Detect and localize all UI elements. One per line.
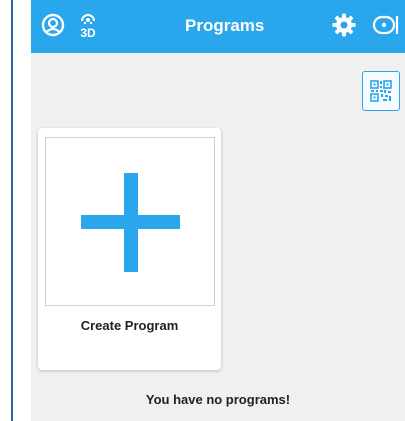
robot-button[interactable]: [369, 8, 403, 42]
window-border: [11, 0, 13, 421]
app-bar: 3D Programs: [31, 0, 405, 53]
page-title: Programs: [185, 16, 265, 35]
create-program-thumbnail: [45, 137, 215, 306]
account-circle-icon: [41, 13, 65, 37]
svg-text:3D: 3D: [80, 26, 96, 40]
plus-icon: [81, 173, 180, 272]
qr-code-icon: [370, 80, 392, 102]
create-program-card[interactable]: Create Program: [38, 128, 221, 370]
account-button[interactable]: [36, 8, 70, 42]
settings-button[interactable]: [327, 8, 361, 42]
empty-state-message: You have no programs!: [145, 392, 291, 407]
3d-view-button[interactable]: 3D: [71, 8, 105, 42]
scan-qr-button[interactable]: [362, 71, 400, 111]
3d-view-icon: 3D: [80, 14, 96, 40]
create-program-label: Create Program: [80, 318, 179, 333]
robot-icon: [372, 15, 399, 35]
gear-icon: [332, 13, 356, 37]
app-window: 3D Programs Create Program You have no p…: [31, 0, 405, 421]
